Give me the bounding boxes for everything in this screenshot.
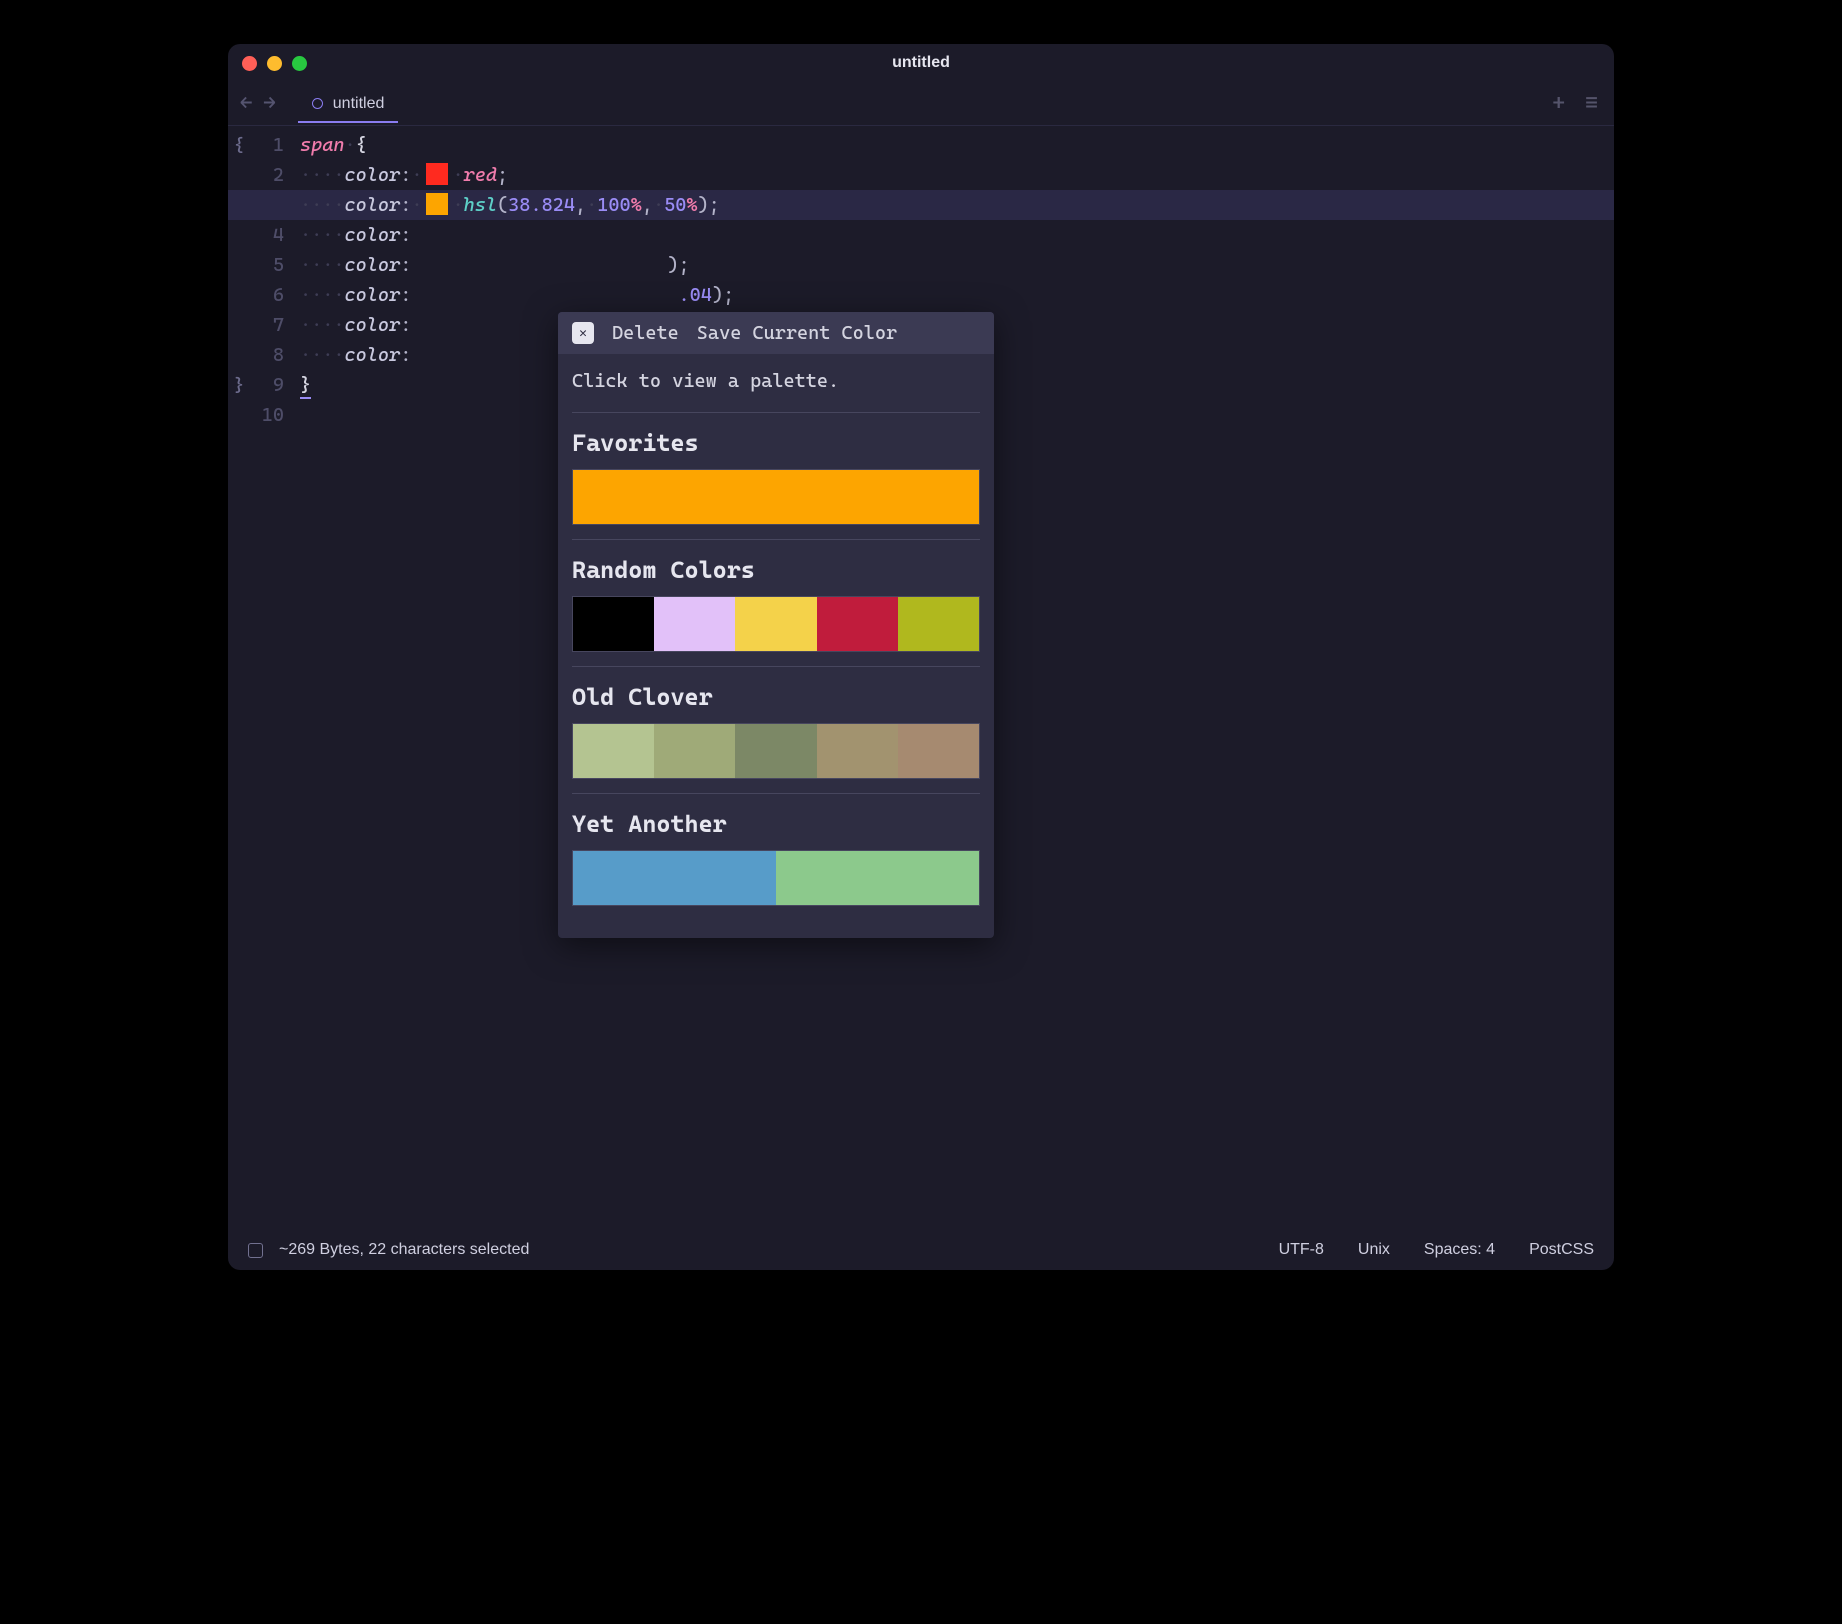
status-selection: ~269 Bytes, 22 characters selected bbox=[279, 1241, 529, 1259]
tab-label: untitled bbox=[333, 95, 385, 113]
line-number: 7 bbox=[250, 310, 284, 340]
palette-color-swatch[interactable] bbox=[898, 597, 979, 651]
line-number: 8 bbox=[250, 340, 284, 370]
window-title: untitled bbox=[228, 54, 1614, 72]
palette-row bbox=[572, 723, 980, 779]
window-controls bbox=[242, 56, 307, 71]
code-content[interactable]: span·{ ····color:··red; ····color:··hsl(… bbox=[290, 130, 1614, 1230]
line-number: 10 bbox=[250, 400, 284, 430]
palette-row bbox=[572, 850, 980, 906]
fold-gutter: { } bbox=[228, 130, 250, 1230]
statusbar: ~269 Bytes, 22 characters selected UTF-8… bbox=[228, 1230, 1614, 1270]
dirty-indicator-icon bbox=[312, 98, 323, 109]
line-number-gutter: 1 2 3 4 5 6 7 8 9 10 bbox=[250, 130, 290, 1230]
tab-menu-icon[interactable]: ≡ bbox=[1585, 91, 1598, 116]
line-number: 1 bbox=[250, 130, 284, 160]
minimize-window-button[interactable] bbox=[267, 56, 282, 71]
divider bbox=[572, 539, 980, 540]
close-icon: ✕ bbox=[579, 326, 587, 341]
palette-title[interactable]: Yet Another bbox=[558, 802, 994, 844]
line-number: 4 bbox=[250, 220, 284, 250]
tab-untitled[interactable]: untitled bbox=[298, 85, 399, 123]
history-nav: ← → bbox=[238, 89, 278, 118]
line-number: 9 bbox=[250, 370, 284, 400]
line-number: 2 bbox=[250, 160, 284, 190]
close-window-button[interactable] bbox=[242, 56, 257, 71]
palette-color-swatch[interactable] bbox=[776, 851, 979, 905]
forward-icon[interactable]: → bbox=[261, 89, 278, 118]
color-swatch-icon[interactable] bbox=[426, 163, 448, 185]
palette-color-swatch[interactable] bbox=[735, 724, 816, 778]
palette-title[interactable]: Old Clover bbox=[558, 675, 994, 717]
fold-close-glyph[interactable]: } bbox=[228, 370, 250, 400]
palette-color-swatch[interactable] bbox=[654, 724, 735, 778]
code-line[interactable]: span·{ bbox=[300, 130, 1614, 160]
palette-color-swatch[interactable] bbox=[573, 724, 654, 778]
color-swatch-icon[interactable] bbox=[426, 193, 448, 215]
palette-color-swatch[interactable] bbox=[817, 724, 898, 778]
save-current-color-button[interactable]: Save Current Color bbox=[697, 322, 897, 344]
status-syntax[interactable]: PostCSS bbox=[1529, 1241, 1594, 1259]
titlebar: untitled bbox=[228, 44, 1614, 82]
editor-window: untitled ← → untitled + ≡ { } 1 2 3 4 5 bbox=[228, 44, 1614, 1270]
palette-row bbox=[572, 596, 980, 652]
line-number: 5 bbox=[250, 250, 284, 280]
status-line-ending[interactable]: Unix bbox=[1358, 1241, 1390, 1259]
code-line[interactable]: ····color:·x·hsl(38.824,·100%,·50); bbox=[300, 250, 1614, 280]
tabbar: ← → untitled + ≡ bbox=[228, 82, 1614, 126]
code-line[interactable]: ····color: bbox=[300, 220, 1614, 250]
line-number: 6 bbox=[250, 280, 284, 310]
divider bbox=[572, 412, 980, 413]
zoom-window-button[interactable] bbox=[292, 56, 307, 71]
divider bbox=[572, 793, 980, 794]
back-icon[interactable]: ← bbox=[238, 89, 255, 118]
editor-area[interactable]: { } 1 2 3 4 5 6 7 8 9 10 span·{ ····colo… bbox=[228, 126, 1614, 1230]
code-line[interactable]: ····color:··red; bbox=[300, 160, 1614, 190]
palette-color-swatch[interactable] bbox=[817, 597, 898, 651]
delete-color-button[interactable]: Delete bbox=[612, 322, 679, 344]
palette-color-swatch[interactable] bbox=[573, 851, 776, 905]
status-indent[interactable]: Spaces: 4 bbox=[1424, 1241, 1495, 1259]
palette-color-swatch[interactable] bbox=[735, 597, 816, 651]
palette-color-swatch[interactable] bbox=[573, 470, 979, 524]
popup-hint: Click to view a palette. bbox=[558, 354, 994, 404]
palette-color-swatch[interactable] bbox=[654, 597, 735, 651]
fold-open-glyph[interactable]: { bbox=[228, 130, 250, 160]
code-line[interactable]: ····color:·x·hsl(38.824,·100%,·504.04); bbox=[300, 280, 1614, 310]
divider bbox=[572, 666, 980, 667]
popup-toolbar: ✕ Delete Save Current Color bbox=[558, 312, 994, 354]
new-tab-icon[interactable]: + bbox=[1552, 91, 1565, 116]
popup-close-button[interactable]: ✕ bbox=[572, 322, 594, 344]
status-encoding[interactable]: UTF-8 bbox=[1279, 1241, 1324, 1259]
palette-title[interactable]: Favorites bbox=[558, 421, 994, 463]
palette-color-swatch[interactable] bbox=[898, 724, 979, 778]
palette-color-swatch[interactable] bbox=[573, 597, 654, 651]
palette-title[interactable]: Random Colors bbox=[558, 548, 994, 590]
code-line-active[interactable]: ····color:··hsl(38.824,·100%,·50%); bbox=[228, 190, 1614, 220]
panel-toggle-icon[interactable] bbox=[248, 1243, 263, 1258]
color-palette-popup: ✕ Delete Save Current Color Click to vie… bbox=[558, 312, 994, 938]
palette-row bbox=[572, 469, 980, 525]
